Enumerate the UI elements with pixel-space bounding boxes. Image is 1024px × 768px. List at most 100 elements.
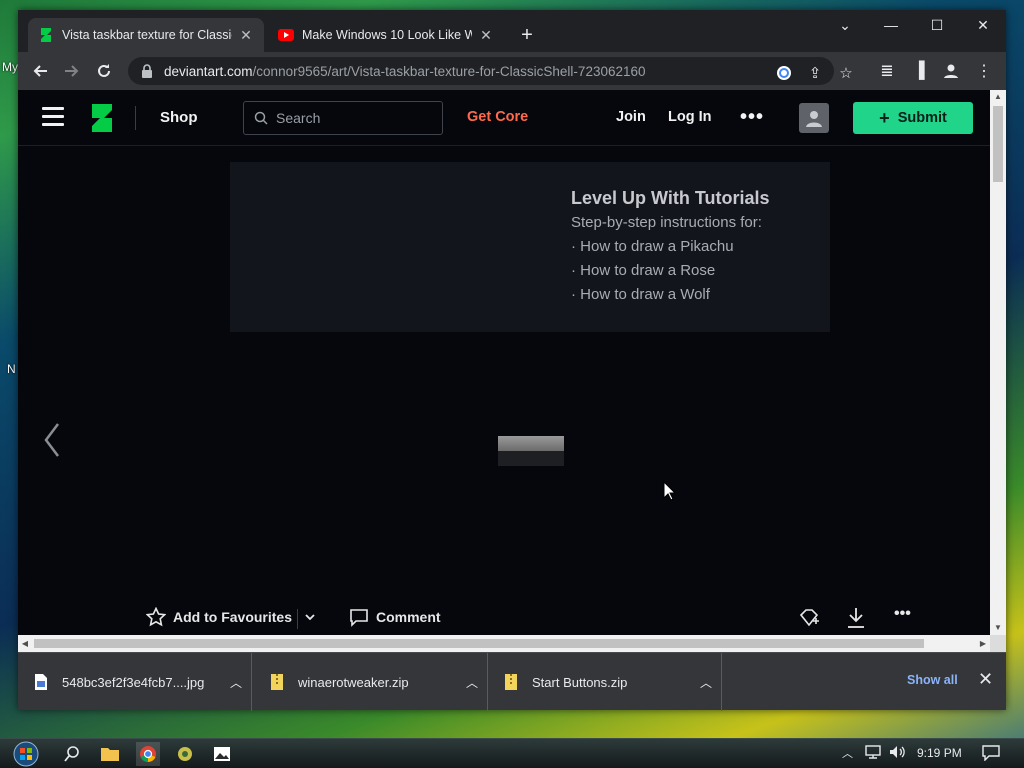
chrome-icon[interactable] (136, 742, 160, 766)
google-translate-icon[interactable] (773, 62, 795, 84)
hamburger-menu-icon[interactable] (42, 107, 64, 129)
deviantart-logo-icon[interactable] (90, 104, 114, 132)
download-item[interactable]: 548bc3ef2f3e4fcb7....jpg ︿ (18, 653, 252, 711)
side-panel-icon[interactable]: ▐ (908, 60, 930, 82)
url-host: deviantart.com (164, 63, 253, 79)
photos-icon[interactable] (210, 742, 234, 766)
zip-file-icon (505, 674, 517, 690)
network-icon[interactable] (865, 745, 881, 762)
ad-title: Level Up With Tutorials (571, 188, 770, 208)
download-filename: winaerotweaker.zip (298, 674, 409, 690)
star-icon (146, 607, 166, 627)
ad-subtitle: Step-by-step instructions for: (571, 214, 762, 231)
deviation-actions: Add to Favourites Comment ••• (18, 605, 990, 633)
ad-item[interactable]: · How to draw a Pikachu (571, 238, 734, 255)
tab-title: Vista taskbar texture for ClassicShell (62, 28, 232, 42)
submit-button[interactable]: + Submit (853, 102, 973, 134)
submit-label: Submit (897, 110, 947, 126)
mouse-cursor-icon (663, 481, 677, 501)
previous-arrow-icon[interactable] (40, 420, 64, 460)
artwork-image[interactable] (498, 436, 564, 466)
close-window-button[interactable]: ✕ (960, 10, 1006, 40)
tab-vista-taskbar[interactable]: Vista taskbar texture for ClassicShell ✕ (28, 18, 264, 52)
share-icon[interactable]: ⇪ (804, 62, 826, 84)
downloads-bar: 548bc3ef2f3e4fcb7....jpg ︿ winaerotweake… (18, 652, 1006, 711)
maximize-button[interactable]: ☐ (914, 10, 960, 40)
more-options-icon[interactable]: ••• (740, 106, 764, 129)
minimize-button[interactable]: — (868, 10, 914, 40)
search-placeholder: Search (276, 110, 321, 126)
download-filename: 548bc3ef2f3e4fcb7....jpg (62, 674, 205, 690)
taskbar: ︿ 9:19 PM (0, 738, 1024, 768)
zip-file-icon (271, 674, 283, 690)
site-header: Shop Search Get Core Join Log In ••• + S… (18, 90, 990, 146)
profile-icon[interactable] (940, 60, 962, 82)
chevron-up-icon[interactable]: ︿ (457, 674, 487, 691)
close-downloads-bar-icon[interactable]: ✕ (978, 669, 993, 690)
browser-window: Vista taskbar texture for ClassicShell ✕… (18, 10, 1006, 711)
comment-icon (350, 609, 368, 627)
bookmark-star-icon[interactable]: ☆ (835, 62, 857, 84)
comment-label: Comment (376, 609, 441, 625)
comment-button[interactable]: Comment (349, 607, 441, 627)
download-filename: Start Buttons.zip (532, 674, 628, 690)
tab-make-windows-10[interactable]: Make Windows 10 Look Like Windows Vista … (268, 18, 504, 52)
app-icon[interactable] (173, 742, 197, 766)
add-to-favourites-button[interactable]: Add to Favourites (146, 607, 292, 627)
join-link[interactable]: Join (616, 109, 646, 125)
login-link[interactable]: Log In (668, 109, 712, 125)
chevron-up-icon[interactable]: ︿ (691, 674, 721, 691)
avatar[interactable] (799, 103, 829, 133)
desktop-icon-label[interactable]: My (2, 60, 18, 74)
reload-button[interactable] (92, 59, 116, 83)
chevron-up-icon[interactable]: ︿ (221, 674, 251, 691)
add-to-favourites-label: Add to Favourites (173, 609, 293, 625)
deviantart-favicon-icon (38, 27, 54, 43)
ad-item[interactable]: · How to draw a Wolf (571, 286, 710, 303)
chevron-down-icon[interactable] (304, 611, 316, 626)
download-item[interactable]: Start Buttons.zip ︿ (488, 653, 722, 711)
show-all-downloads-link[interactable]: Show all (907, 673, 958, 687)
browser-toolbar: deviantart.com/connor9565/art/Vista-task… (18, 52, 1006, 90)
image-file-icon (35, 674, 47, 690)
get-core-link[interactable]: Get Core (467, 109, 528, 125)
lock-icon (142, 64, 152, 78)
ad-item[interactable]: · How to draw a Rose (571, 262, 715, 279)
notifications-icon[interactable] (982, 745, 1000, 764)
tab-search-icon[interactable]: ⌄ (822, 10, 868, 40)
chrome-menu-icon[interactable]: ⋮ (973, 60, 995, 82)
shop-link[interactable]: Shop (160, 109, 198, 126)
forward-button[interactable] (60, 59, 84, 83)
horizontal-scrollbar[interactable]: ◀ ▶ (18, 635, 990, 652)
start-button[interactable] (8, 740, 44, 768)
desktop-icon-label[interactable]: N (7, 362, 16, 376)
scrollbar-corner (990, 635, 1006, 652)
plus-icon: + (879, 107, 890, 128)
address-bar[interactable]: deviantart.com/connor9565/art/Vista-task… (128, 57, 853, 85)
close-tab-icon[interactable]: ✕ (238, 27, 254, 44)
close-tab-icon[interactable]: ✕ (478, 27, 494, 44)
file-explorer-icon[interactable] (98, 742, 122, 766)
youtube-favicon-icon (278, 27, 294, 43)
search-icon[interactable] (60, 742, 84, 766)
vertical-scrollbar[interactable]: ▲ ▼ (990, 90, 1006, 635)
action-divider (297, 609, 298, 629)
show-hidden-icons-icon[interactable]: ︿ (842, 745, 853, 761)
url-path: /connor9565/art/Vista-taskbar-texture-fo… (252, 63, 646, 79)
download-icon[interactable] (846, 607, 866, 634)
back-button[interactable] (28, 59, 52, 83)
tutorial-ad[interactable]: Level Up With Tutorials Step-by-step ins… (230, 162, 830, 332)
download-item[interactable]: winaerotweaker.zip ︿ (254, 653, 488, 711)
clock[interactable]: 9:19 PM (917, 746, 962, 760)
new-tab-button[interactable]: + (516, 24, 538, 46)
media-control-icon[interactable]: ≣ (876, 60, 898, 82)
search-input[interactable]: Search (243, 101, 443, 135)
web-page: Shop Search Get Core Join Log In ••• + S… (18, 90, 990, 635)
window-controls: ⌄ — ☐ ✕ (822, 10, 1006, 40)
more-actions-icon[interactable]: ••• (894, 605, 911, 623)
tab-title: Make Windows 10 Look Like Windows Vista (302, 28, 472, 42)
give-badge-icon[interactable] (798, 607, 820, 634)
tab-strip: Vista taskbar texture for ClassicShell ✕… (18, 10, 1006, 52)
search-icon (254, 111, 268, 125)
volume-icon[interactable] (889, 745, 907, 762)
